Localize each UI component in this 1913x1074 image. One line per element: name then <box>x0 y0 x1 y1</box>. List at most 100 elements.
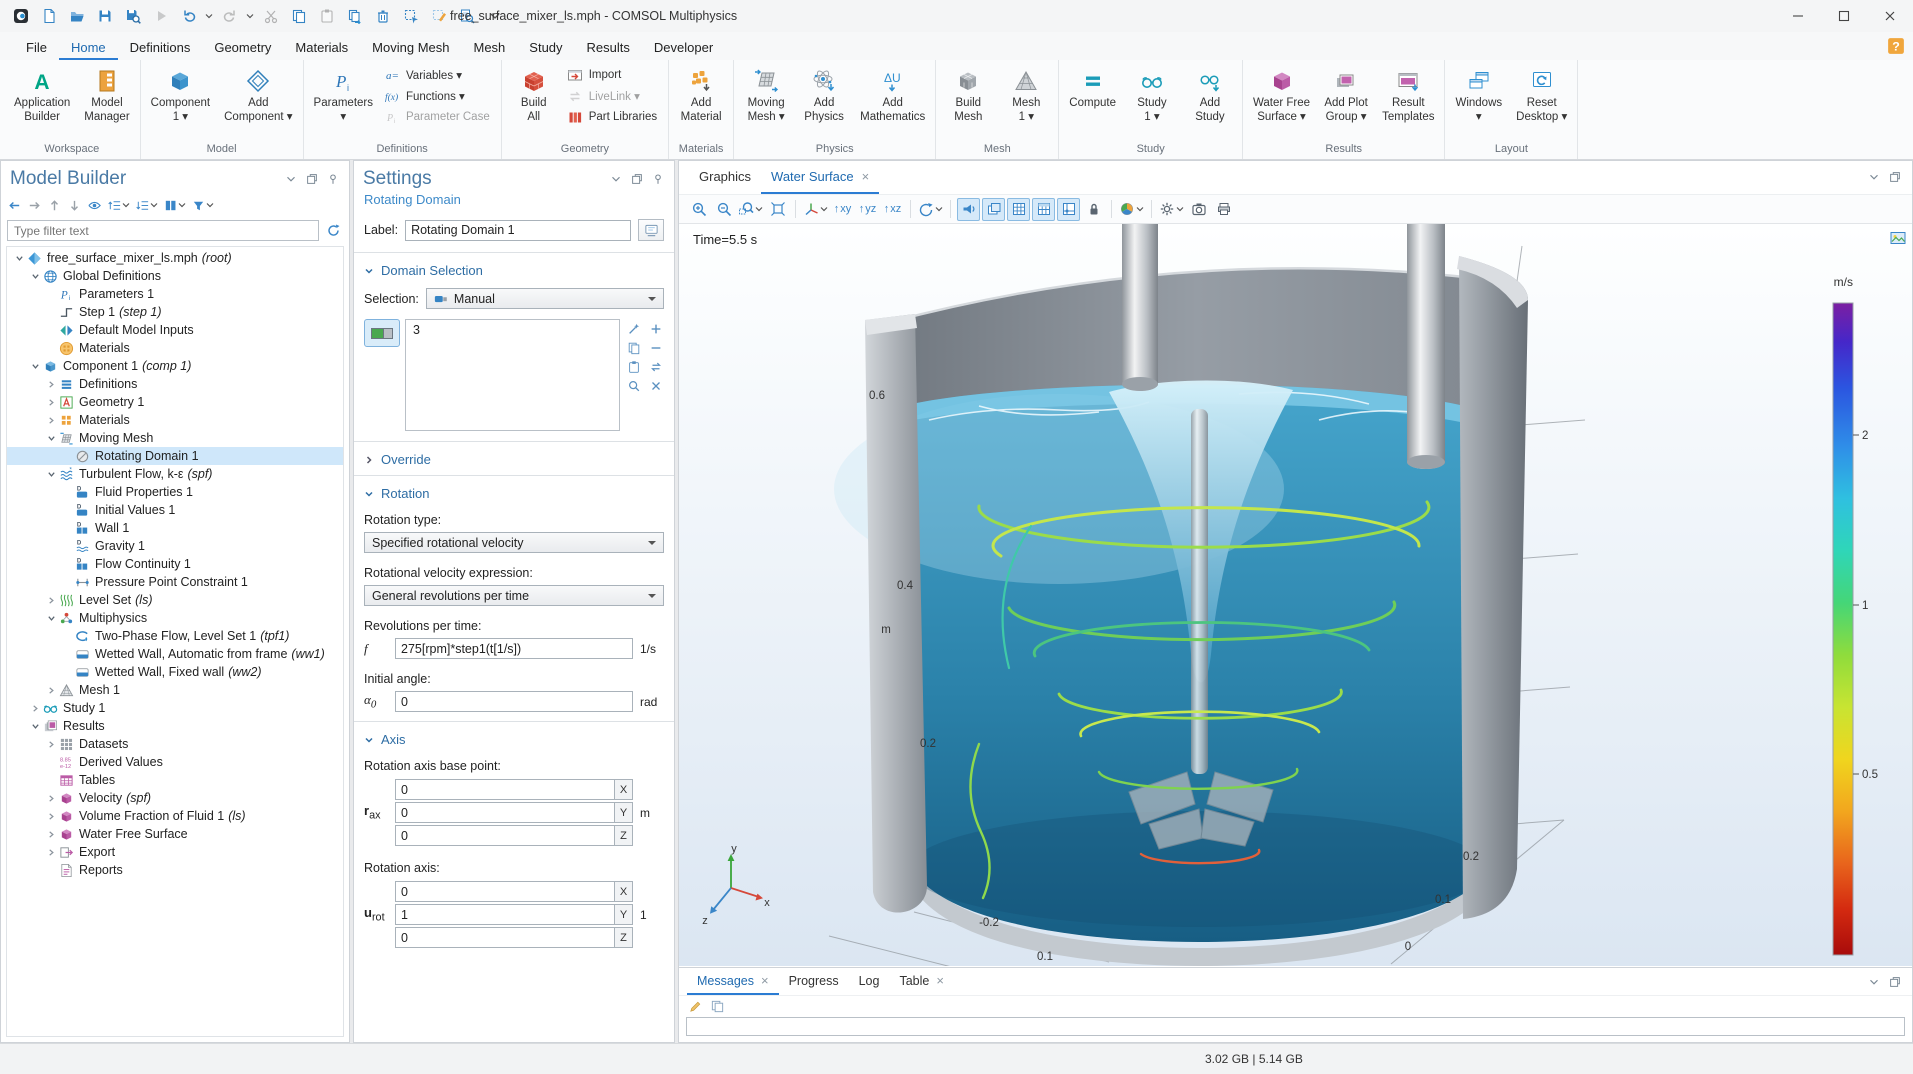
tree-item-wall-1[interactable]: DWall 1 <box>7 519 343 537</box>
add-button[interactable] <box>647 321 664 337</box>
tree-item-initial-values-1[interactable]: DInitial Values 1 <box>7 501 343 519</box>
add-material-button[interactable]: AddMaterial <box>672 63 730 126</box>
section-collapsed-icon[interactable] <box>364 455 374 465</box>
component-1-button[interactable]: Component1 ▾ <box>144 63 217 126</box>
snapshot-cam-button[interactable] <box>1187 198 1210 221</box>
tree-item-study-1[interactable]: Study 1 <box>7 699 343 717</box>
axis-vec-y-input[interactable] <box>395 904 633 925</box>
tree-item-datasets[interactable]: Datasets <box>7 735 343 753</box>
paste-button[interactable] <box>314 4 339 28</box>
tree-item-reports[interactable]: Reports <box>7 861 343 879</box>
close-tab-icon[interactable]: × <box>936 973 944 988</box>
filter-button[interactable] <box>189 195 216 215</box>
base-vec-x-input[interactable] <box>395 779 633 800</box>
undo-button[interactable] <box>176 4 201 28</box>
axis-vec-z-input[interactable] <box>395 927 633 948</box>
print-button[interactable] <box>1212 198 1235 221</box>
go-to-yz-view-button[interactable]: ↑yz <box>856 198 879 221</box>
tree-item-pressure-point-constraint-1[interactable]: Pressure Point Constraint 1 <box>7 573 343 591</box>
expand-arrow-icon[interactable] <box>45 398 58 407</box>
functions-button[interactable]: f(x)Functions ▾ <box>380 85 498 106</box>
tree-item-materials[interactable]: Materials <box>7 339 343 357</box>
color-theme-button[interactable] <box>1118 198 1145 221</box>
section-expanded-icon[interactable] <box>364 489 374 499</box>
add-study-button[interactable]: AddStudy <box>1181 63 1239 126</box>
paste-button[interactable] <box>625 359 642 375</box>
ia-input[interactable] <box>395 691 633 712</box>
create-selection-button[interactable] <box>625 321 642 337</box>
expand-arrow-icon[interactable] <box>45 596 58 605</box>
tree-item-two-phase-flow-level-set-1[interactable]: Two-Phase Flow, Level Set 1(tpf1) <box>7 627 343 645</box>
tree-item-global-definitions[interactable]: Global Definitions <box>7 267 343 285</box>
show-label-button[interactable] <box>638 219 664 241</box>
add-component-button[interactable]: AddComponent ▾ <box>217 63 299 126</box>
menu-materials[interactable]: Materials <box>283 32 360 60</box>
tree-item-default-model-inputs[interactable]: Default Model Inputs <box>7 321 343 339</box>
selection-item[interactable]: 3 <box>413 323 612 337</box>
tree-item-moving-mesh[interactable]: Moving Mesh <box>7 429 343 447</box>
show-table-button[interactable] <box>1032 198 1055 221</box>
selection-dropdown[interactable]: Manual <box>426 288 664 309</box>
refresh-icon[interactable] <box>324 221 343 241</box>
add-mathematics-button[interactable]: ΔUAddMathematics <box>853 63 932 126</box>
study-1-button[interactable]: Study1 ▾ <box>1123 63 1181 126</box>
tree-item-velocity[interactable]: Velocity(spf) <box>7 789 343 807</box>
graphics-canvas[interactable]: Time=5.5 s <box>679 224 1912 967</box>
float-panel-icon[interactable] <box>1888 170 1902 184</box>
tree-item-geometry-1[interactable]: Geometry 1 <box>7 393 343 411</box>
go-to-xy-view-button[interactable]: ↑xy <box>831 198 854 221</box>
plot-settings-button[interactable] <box>1158 198 1185 221</box>
add-physics-button[interactable]: AddPhysics <box>795 63 853 126</box>
tab-graphics[interactable]: Graphics <box>689 161 761 194</box>
tree-item-level-set[interactable]: Level Set(ls) <box>7 591 343 609</box>
livelink-button[interactable]: LiveLink ▾ <box>563 85 665 106</box>
collapse-arrow-icon[interactable] <box>45 434 58 443</box>
menu-mesh[interactable]: Mesh <box>461 32 517 60</box>
tree-item-volume-fraction-of-fluid-1[interactable]: Volume Fraction of Fluid 1(ls) <box>7 807 343 825</box>
copy-messages-button[interactable] <box>710 999 725 1014</box>
tree-item-export[interactable]: Export <box>7 843 343 861</box>
section-expanded-icon[interactable] <box>364 266 374 276</box>
menu-moving-mesh[interactable]: Moving Mesh <box>360 32 461 60</box>
variables-button[interactable]: a=Variables ▾ <box>380 64 498 85</box>
build-all-button[interactable]: BuildAll <box>505 63 563 126</box>
import-button[interactable]: Import <box>563 64 665 85</box>
comsol-logo-button[interactable] <box>8 4 33 28</box>
expand-arrow-icon[interactable] <box>45 416 58 425</box>
application-builder-button[interactable]: AApplicationBuilder <box>7 63 77 126</box>
pin-panel-icon[interactable] <box>326 172 340 186</box>
rotation-type-dropdown[interactable]: Specified rotational velocity <box>364 532 664 553</box>
menu-study[interactable]: Study <box>517 32 574 60</box>
show-grid-button[interactable] <box>1007 198 1030 221</box>
windows-button[interactable]: Windows▾ <box>1448 63 1509 126</box>
tree-item-fluid-properties-1[interactable]: DFluid Properties 1 <box>7 483 343 501</box>
axis-header[interactable]: Axis <box>381 732 406 747</box>
active-toggle-button[interactable] <box>364 319 400 347</box>
expand-arrow-icon[interactable] <box>45 686 58 695</box>
expand-arrow-icon[interactable] <box>45 848 58 857</box>
collapse-arrow-icon[interactable] <box>29 362 42 371</box>
menu-definitions[interactable]: Definitions <box>118 32 203 60</box>
pin-panel-icon[interactable] <box>651 172 665 186</box>
redo-button[interactable] <box>217 4 242 28</box>
lock-button[interactable] <box>1082 198 1105 221</box>
moving-mesh-ribbon-button[interactable]: MovingMesh ▾ <box>737 63 795 126</box>
compute-button[interactable]: Compute <box>1062 63 1123 113</box>
plot-thumbnail-icon[interactable] <box>1890 230 1906 246</box>
cut-button[interactable] <box>258 4 283 28</box>
expand-arrow-icon[interactable] <box>45 830 58 839</box>
expand-arrow-icon[interactable] <box>45 740 58 749</box>
base-vec-z-input[interactable] <box>395 825 633 846</box>
duplicate-button[interactable] <box>342 4 367 28</box>
help-icon[interactable]: ? <box>1887 37 1905 55</box>
maximize-button[interactable] <box>1821 0 1867 32</box>
panel-menu-icon[interactable] <box>284 172 298 186</box>
tree-item-step-1[interactable]: Step 1(step 1) <box>7 303 343 321</box>
zoom-selection-button[interactable] <box>625 378 642 394</box>
menu-geometry[interactable]: Geometry <box>202 32 283 60</box>
panel-menu-icon[interactable] <box>1867 170 1881 184</box>
close-tab-icon[interactable]: × <box>862 169 870 184</box>
float-panel-icon[interactable] <box>1888 975 1902 989</box>
show-axes-button[interactable] <box>1057 198 1080 221</box>
rotate-button[interactable] <box>917 198 944 221</box>
